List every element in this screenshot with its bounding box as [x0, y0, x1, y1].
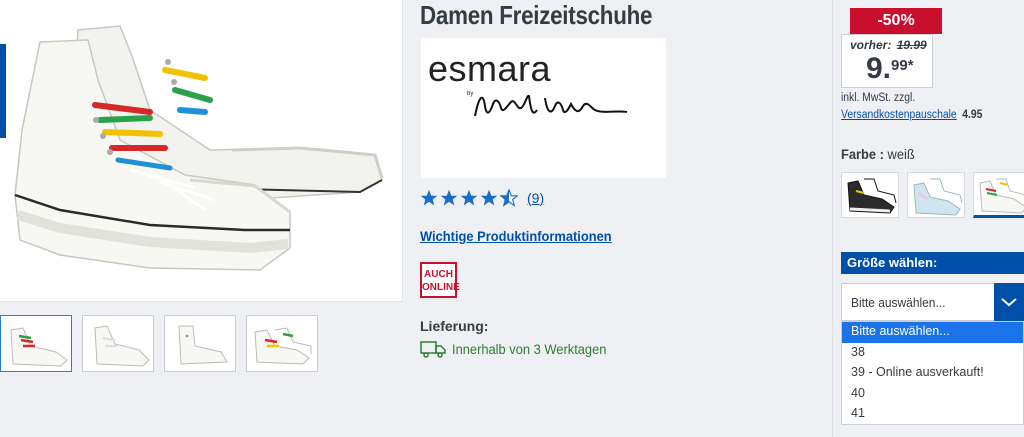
delivery-text: Innerhalb von 3 Werktagen — [452, 341, 607, 357]
shipping-cost-link[interactable]: Versandkostenpauschale — [841, 109, 957, 121]
shoe-thumbnail-icon — [254, 327, 312, 365]
product-title: Damen Freizeitschuhe — [420, 0, 653, 30]
size-section-header: Größe wählen: — [841, 252, 1024, 274]
size-option[interactable]: 38 — [842, 343, 1023, 364]
shipping-cost-value: 4.95 — [962, 109, 983, 121]
price-box: vorher: 19.99 9.99* — [841, 34, 933, 88]
size-select[interactable]: Bitte auswählen... — [841, 283, 1024, 321]
online-badge: AUCH ONLINE — [420, 262, 460, 298]
chevron-down-icon — [1001, 298, 1017, 307]
current-price-main: 9. — [866, 52, 892, 85]
rating-count-link[interactable]: (9) — [527, 190, 544, 206]
previous-price-label: vorher: — [850, 38, 892, 52]
star-full-icon — [480, 189, 498, 206]
star-full-icon — [460, 189, 478, 206]
product-info-link[interactable]: Wichtige Produktinformationen — [420, 228, 612, 244]
rating-stars — [420, 189, 518, 207]
thumbnail-4[interactable] — [246, 315, 318, 372]
color-swatch-white[interactable] — [973, 172, 1024, 218]
truck-icon — [420, 341, 446, 358]
thumbnail-1[interactable] — [0, 315, 72, 372]
current-price-cents: 99* — [891, 57, 914, 74]
size-select-value: Bitte auswählen... — [851, 295, 946, 310]
shoe-thumbnail-icon — [10, 327, 68, 367]
main-product-image[interactable] — [0, 0, 403, 302]
product-rating[interactable]: (9) — [420, 187, 544, 209]
previous-price-value: 19.99 — [896, 38, 927, 52]
brand-name: esmara — [428, 48, 552, 89]
gallery-prev-arrow[interactable] — [0, 44, 6, 138]
signature-icon — [474, 94, 628, 117]
thumbnail-2[interactable] — [82, 315, 154, 372]
size-options-list: Bitte auswählen... 38 39 - Online ausver… — [841, 321, 1024, 425]
color-label-separator: : — [879, 146, 884, 162]
delivery-info: Innerhalb von 3 Werktagen — [420, 340, 620, 358]
size-option[interactable]: Bitte auswählen... — [842, 322, 1023, 343]
color-swatch-holographic[interactable] — [907, 172, 965, 218]
tax-note: inkl. MwSt. zzgl. — [841, 92, 916, 104]
current-price: 9.99* — [866, 54, 914, 84]
star-full-icon — [440, 189, 458, 206]
online-badge-line1: AUCH — [424, 269, 453, 280]
delivery-label: Lieferung: — [420, 318, 489, 334]
color-label-text: Farbe — [841, 146, 877, 162]
star-full-icon — [420, 189, 438, 206]
shoe-illustration — [14, 25, 384, 271]
thumbnail-3[interactable] — [164, 315, 236, 372]
shipping-info: Versandkostenpauschale 4.95 — [841, 109, 982, 121]
color-label: Farbe : weiß — [841, 146, 915, 162]
star-half-icon — [500, 189, 518, 207]
size-option[interactable]: 40 — [842, 384, 1023, 405]
previous-price: vorher: 19.99 — [850, 38, 927, 52]
size-option[interactable]: 39 - Online ausverkauft! — [842, 363, 1023, 384]
black-shoe-icon — [847, 178, 897, 214]
shoe-thumbnail-icon — [94, 325, 150, 367]
size-dropdown-toggle[interactable] — [994, 283, 1024, 321]
discount-badge: -50% — [850, 8, 942, 34]
online-badge-line2: ONLINE — [422, 282, 460, 293]
size-option[interactable]: 41 — [842, 404, 1023, 425]
shoe-thumbnail-icon — [178, 325, 228, 365]
white-shoe-icon — [979, 178, 1024, 214]
brand-logo[interactable]: esmara by — [421, 38, 666, 178]
rating-close-paren: ) — [539, 190, 545, 206]
holographic-shoe-icon — [913, 178, 963, 216]
color-value: weiß — [887, 146, 915, 162]
color-swatch-black[interactable] — [841, 172, 899, 218]
